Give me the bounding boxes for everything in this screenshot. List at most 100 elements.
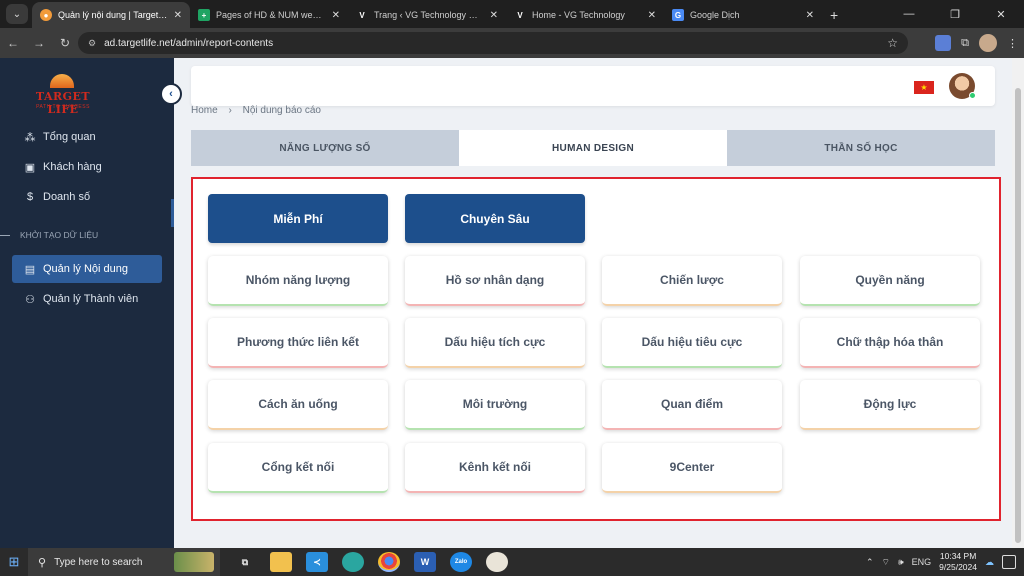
logo-name: TARGET LIFE [35, 90, 91, 116]
vg-icon: V [517, 10, 523, 20]
zalo-icon[interactable]: Zalo [450, 552, 472, 572]
minimize-icon[interactable]: — [886, 8, 932, 20]
content-icon: ▤ [24, 263, 36, 276]
divider [0, 234, 10, 236]
chrome-icon[interactable] [378, 552, 400, 572]
close-icon[interactable]: ✕ [806, 10, 814, 21]
card-profile[interactable]: Hồ sơ nhân dạng [405, 256, 585, 306]
card-strategy[interactable]: Chiến lược [602, 256, 782, 306]
card-perspective[interactable]: Quan điểm [602, 380, 782, 430]
bookmark-star-icon[interactable]: ☆ [887, 36, 898, 50]
vietnam-flag-icon[interactable]: ★ [914, 81, 934, 94]
browser-tab-active[interactable]: ● Quản lý nội dung | Target Life ✕ [32, 2, 190, 28]
sidebar-item-customers[interactable]: ▣ Khách hàng [12, 153, 162, 181]
task-view-icon[interactable]: ⧉ [234, 552, 256, 572]
sidebar-item-label: Khách hàng [43, 161, 102, 173]
extension-icon[interactable] [935, 35, 952, 51]
scrollbar-thumb[interactable] [1015, 88, 1021, 543]
browser-tab[interactable]: V Trang ‹ VG Technology — Word ✕ [348, 2, 506, 28]
close-icon[interactable]: ✕ [490, 10, 498, 21]
close-icon[interactable]: ✕ [174, 10, 182, 21]
notification-icon[interactable] [1002, 555, 1016, 569]
clock[interactable]: 10:34 PM 9/25/2024 [939, 551, 977, 573]
tab-numerology-energy[interactable]: NĂNG LƯỢNG SỐ [191, 130, 459, 166]
card-negative-signs[interactable]: Dấu hiệu tiêu cực [602, 318, 782, 368]
close-icon[interactable]: ✕ [648, 10, 656, 21]
taskbar-search[interactable]: ⚲ Type here to search [28, 548, 220, 576]
chevron-up-icon[interactable]: ⌃ [866, 557, 874, 568]
card-energy-group[interactable]: Nhóm năng lượng [208, 256, 388, 306]
sidebar-item-sales[interactable]: $ Doanh số [12, 183, 162, 211]
card-positive-signs[interactable]: Dấu hiệu tích cực [405, 318, 585, 368]
tab-title: Quản lý nội dung | Target Life [58, 10, 168, 20]
members-icon: ⚇ [25, 293, 35, 306]
card-authority[interactable]: Quyền năng [800, 256, 980, 306]
chevron-left-icon: ‹ [169, 88, 173, 100]
address-bar[interactable]: ⚙ ad.targetlife.net/admin/report-content… [78, 32, 908, 54]
card-channels[interactable]: Kênh kết nối [405, 443, 585, 493]
breadcrumb-home[interactable]: Home [191, 105, 218, 116]
card-environment[interactable]: Môi trường [405, 380, 585, 430]
tab-title: Pages of HD & NUM web - Goo [216, 10, 326, 20]
sidebar-item-label: Tổng quan [43, 131, 96, 143]
system-tray: ⌃ ⌔ 🕪 ENG 10:34 PM 9/25/2024 ☁ [866, 548, 994, 576]
in-depth-report-button[interactable]: Chuyên Sâu [405, 194, 585, 243]
new-tab-icon[interactable]: + [830, 7, 838, 23]
search-icon: ⚲ [38, 556, 47, 569]
forward-icon[interactable]: → [26, 36, 52, 50]
restore-icon[interactable]: ❐ [932, 8, 978, 21]
extensions-puzzle-icon[interactable]: ⧉ [961, 37, 969, 50]
page-scrollbar[interactable] [1012, 58, 1024, 548]
edge-icon[interactable] [342, 552, 364, 572]
windows-start-icon[interactable]: ⊞ [0, 554, 28, 570]
free-report-button[interactable]: Miễn Phí [208, 194, 388, 243]
top-header: ★ [191, 66, 995, 106]
clock-date: 9/25/2024 [939, 562, 977, 572]
card-connection-method[interactable]: Phương thức liên kết [208, 318, 388, 368]
card-gates[interactable]: Cổng kết nối [208, 443, 388, 493]
language-indicator[interactable]: ENG [912, 557, 932, 567]
taskbar-apps: ⧉ ≺ W Zalo [234, 552, 508, 572]
customer-icon: ▣ [24, 161, 36, 174]
close-window-icon[interactable]: ✕ [978, 8, 1024, 21]
vscode-icon[interactable]: ≺ [306, 552, 328, 572]
online-status-indicator [969, 92, 976, 99]
card-9center[interactable]: 9Center [602, 443, 782, 493]
browser-toolbar: ← → ↻ ⚙ ad.targetlife.net/admin/report-c… [0, 28, 1024, 58]
browser-tab-strip: ⌄ ● Quản lý nội dung | Target Life ✕ + P… [0, 0, 1024, 28]
paint-icon[interactable] [486, 552, 508, 572]
weather-icon[interactable]: ☁ [985, 557, 994, 568]
sidebar-item-content-management[interactable]: ▤ Quản lý Nội dung [12, 255, 162, 283]
sidebar-collapse-button[interactable]: ‹ [160, 83, 182, 105]
tab-human-design[interactable]: HUMAN DESIGN [459, 130, 727, 166]
tab-search-icon[interactable]: ⌄ [6, 4, 28, 24]
card-motivation[interactable]: Động lực [800, 380, 980, 430]
sidebar-item-overview[interactable]: ⁂ Tổng quan [12, 123, 162, 151]
sidebar-item-label: Doanh số [43, 191, 91, 203]
browser-tab[interactable]: + Pages of HD & NUM web - Goo ✕ [190, 2, 348, 28]
report-tabs: NĂNG LƯỢNG SỐ HUMAN DESIGN THẦN SỐ HỌC [191, 130, 995, 166]
menu-kebab-icon[interactable]: ⋮ [1007, 37, 1018, 50]
card-incarnation-cross[interactable]: Chữ thập hóa thân [800, 318, 980, 368]
reload-icon[interactable]: ↻ [52, 36, 78, 50]
sidebar-item-member-management[interactable]: ⚇ Quản lý Thành viên [12, 285, 162, 313]
tab-numerology[interactable]: THẦN SỐ HỌC [727, 130, 995, 166]
site-info-icon[interactable]: ⚙ [88, 38, 96, 49]
profile-icon[interactable] [979, 34, 997, 52]
word-icon[interactable]: W [414, 552, 436, 572]
close-icon[interactable]: ✕ [332, 10, 340, 21]
chevron-right-icon: › [228, 105, 232, 116]
back-icon[interactable]: ← [0, 36, 26, 50]
tab-title: Google Dịch [690, 10, 740, 20]
network-icon[interactable]: ⌔ [882, 557, 890, 568]
windows-taskbar: ⊞ ⚲ Type here to search ⧉ ≺ W Zalo ⌃ ⌔ 🕪… [0, 548, 1024, 576]
target-life-logo[interactable]: TARGET LIFE PATH TO SUCCESS [20, 74, 106, 116]
search-placeholder: Type here to search [54, 556, 143, 568]
browser-tab[interactable]: V Home - VG Technology ✕ [506, 2, 664, 28]
card-diet[interactable]: Cách ăn uống [208, 380, 388, 430]
volume-icon[interactable]: 🕪 [898, 557, 904, 568]
user-avatar[interactable] [949, 73, 976, 99]
window-controls: — ❐ ✕ [886, 0, 1024, 28]
browser-tab[interactable]: G Google Dịch ✕ [664, 2, 822, 28]
file-explorer-icon[interactable] [270, 552, 292, 572]
